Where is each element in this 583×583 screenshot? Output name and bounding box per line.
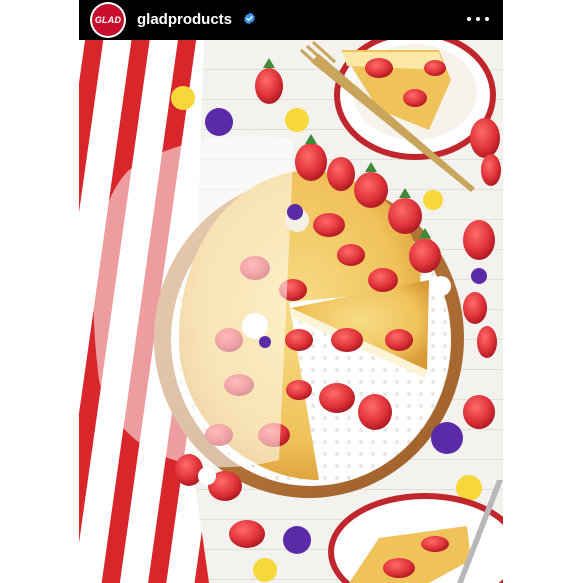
more-dot [476,17,480,21]
avatar[interactable]: GLAD [90,2,126,38]
username-link[interactable]: gladproducts [137,11,232,28]
glad-logo-text: GLAD [94,15,122,25]
verified-badge-icon [244,12,255,25]
strawberry-cake-photo [79,40,503,583]
post-image[interactable] [79,40,503,583]
instagram-post: GLAD gladproducts [79,0,503,583]
more-dot [485,17,489,21]
post-header: GLAD gladproducts [79,0,503,40]
glad-logo: GLAD [92,4,124,36]
more-dot [467,17,471,21]
more-options-icon[interactable] [467,11,489,27]
